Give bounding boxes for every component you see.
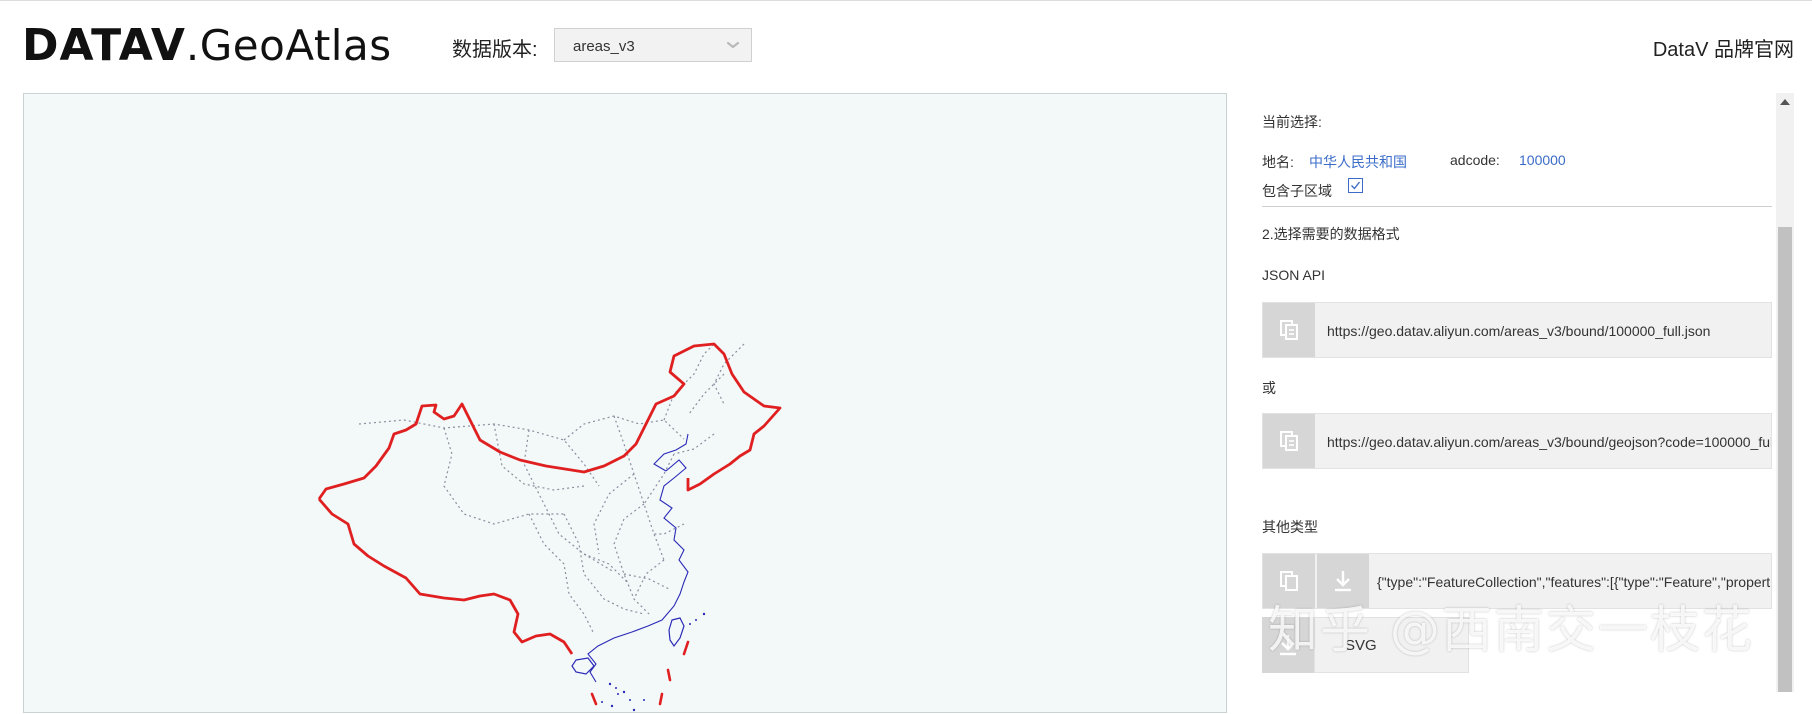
- scroll-thumb[interactable]: [1778, 227, 1792, 692]
- json-full-url-box[interactable]: https://geo.datav.aliyun.com/areas_v3/bo…: [1262, 302, 1772, 358]
- logo-geoatlas: .GeoAtlas: [185, 21, 392, 70]
- current-selection-title: 当前选择:: [1262, 114, 1322, 130]
- copy-icon: [1280, 320, 1298, 340]
- copy-icon: [1280, 431, 1298, 451]
- include-subregion-label: 包含子区域: [1262, 183, 1332, 199]
- nine-dash-line: [590, 640, 690, 706]
- version-select-value: areas_v3: [573, 38, 635, 55]
- adcode-value[interactable]: 100000: [1519, 152, 1566, 168]
- place-name-value[interactable]: 中华人民共和国: [1309, 152, 1407, 172]
- chevron-down-icon: [726, 41, 740, 49]
- geojson-url-box[interactable]: https://geo.datav.aliyun.com/areas_v3/bo…: [1262, 413, 1772, 469]
- include-subregion-checkbox[interactable]: [1348, 178, 1363, 193]
- brand-site-link[interactable]: DataV 品牌官网: [1653, 33, 1794, 62]
- south-sea-islands: [601, 612, 706, 712]
- json-api-label: JSON API: [1262, 267, 1326, 283]
- top-border: [0, 0, 1812, 1]
- national-border-west: [317, 498, 574, 655]
- checkmark-icon: [1351, 181, 1361, 190]
- other-types-label: 其他类型: [1262, 519, 1318, 535]
- zhihu-watermark: 知乎 @西南交一枝花: [1268, 601, 1754, 659]
- copy-full-url-button[interactable]: [1263, 303, 1315, 357]
- copy-geojson-url-button[interactable]: [1263, 414, 1315, 468]
- version-select[interactable]: areas_v3: [554, 28, 752, 62]
- datav-geoatlas-logo[interactable]: DATAV .GeoAtlas: [22, 20, 392, 71]
- side-panel-scrollbar[interactable]: [1776, 93, 1794, 692]
- place-name-label: 地名:: [1262, 154, 1294, 170]
- copy-icon: [1280, 571, 1298, 591]
- format-section-title: 2.选择需要的数据格式: [1262, 226, 1400, 242]
- national-border: [317, 342, 782, 500]
- coastline-north: [653, 433, 689, 472]
- adcode-label: adcode:: [1450, 152, 1500, 168]
- section-divider: [1262, 206, 1772, 207]
- scroll-up-arrow-icon[interactable]: [1780, 99, 1790, 105]
- taiwan-island: [668, 617, 685, 648]
- version-label: 数据版本:: [452, 39, 538, 61]
- or-label: 或: [1262, 380, 1276, 396]
- coastline: [587, 459, 689, 683]
- feature-collection-text[interactable]: {"type":"FeatureCollection","features":[…: [1377, 574, 1771, 590]
- map-panel[interactable]: [23, 93, 1227, 713]
- logo-datav: DATAV: [22, 20, 186, 71]
- json-full-url[interactable]: https://geo.datav.aliyun.com/areas_v3/bo…: [1327, 323, 1710, 339]
- china-map[interactable]: [24, 94, 1228, 714]
- geojson-url[interactable]: https://geo.datav.aliyun.com/areas_v3/bo…: [1327, 434, 1771, 450]
